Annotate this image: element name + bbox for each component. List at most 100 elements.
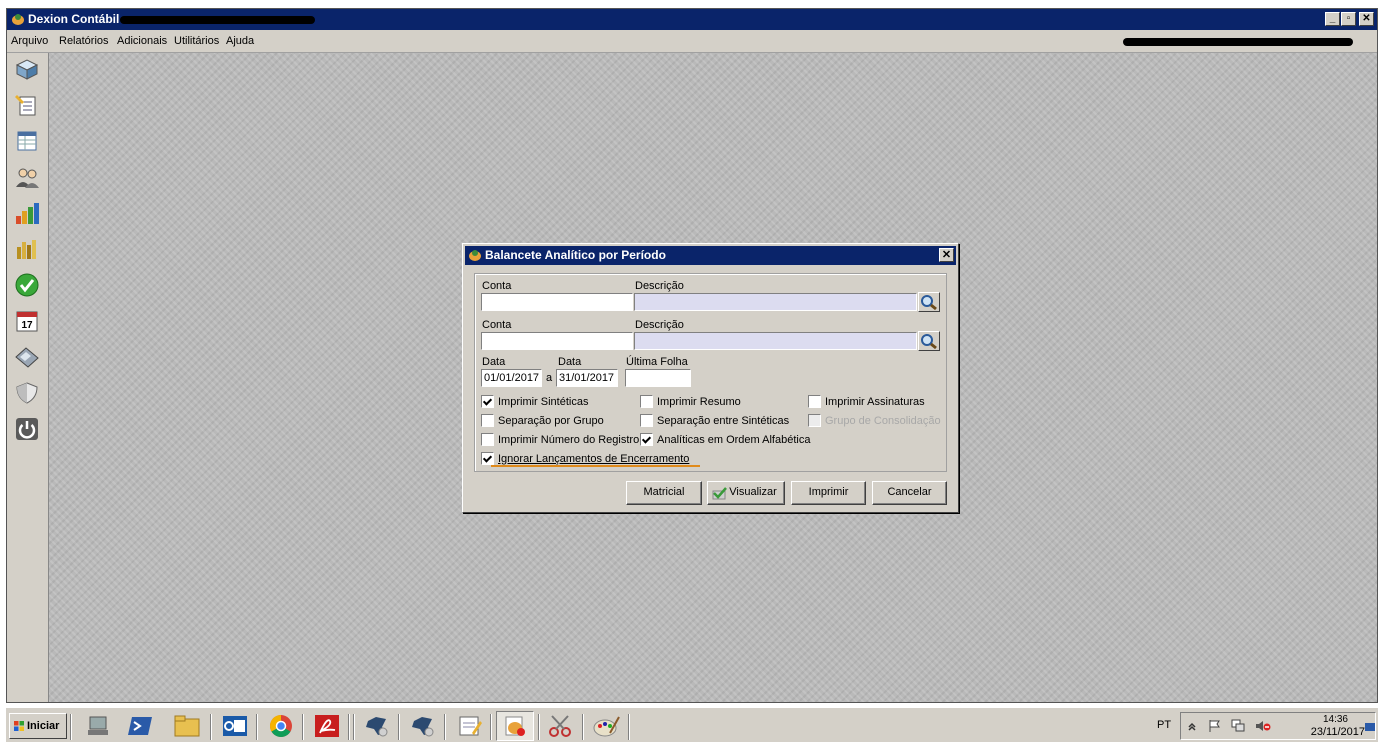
checkbox-label: Imprimir Resumo <box>657 395 741 408</box>
menu-ajuda[interactable]: Ajuda <box>226 35 254 47</box>
acrobat-icon[interactable] <box>312 713 342 739</box>
chk-ignorar-encerramento[interactable]: Ignorar Lançamentos de Encerramento <box>481 452 689 465</box>
dialog-panel: Conta Descrição Conta Descrição Data Dat… <box>474 273 947 472</box>
checkbox-label: Separação entre Sintéticas <box>657 414 790 427</box>
ultima-folha-input[interactable] <box>625 369 691 387</box>
dexion-app-icon <box>469 250 481 261</box>
start-button[interactable]: Iniciar <box>9 713 67 739</box>
notes-icon[interactable] <box>454 713 484 739</box>
clock-time[interactable]: 14:36 <box>1323 714 1348 725</box>
visualizar-button[interactable]: Visualizar <box>707 481 785 505</box>
menu-adicionais[interactable]: Adicionais <box>117 35 167 47</box>
chk-ordem-alfabetica[interactable]: Analíticas em Ordem Alfabética <box>640 433 810 446</box>
matricial-button[interactable]: Matricial <box>626 481 702 505</box>
taskbar-separator <box>348 714 350 740</box>
checkbox-label: Imprimir Sintéticas <box>498 395 589 408</box>
checkbox-label: Ignorar Lançamentos de Encerramento <box>498 452 690 465</box>
redacted-text <box>120 16 315 24</box>
action-center-flag-icon[interactable] <box>1207 719 1221 733</box>
checkbox-box[interactable] <box>640 433 653 446</box>
checkbox-label: Imprimir Número do Registro <box>498 433 640 446</box>
taskbar-separator <box>70 714 72 740</box>
redacted-text <box>1123 38 1353 46</box>
power-icon[interactable] <box>14 417 40 441</box>
windows-flag-icon <box>14 721 24 731</box>
dialog-close-button[interactable]: ✕ <box>939 248 954 262</box>
chk-grupo-consolidacao: Grupo de Consolidação <box>808 414 941 427</box>
clock-date[interactable]: 23/11/2017 <box>1311 726 1365 738</box>
conta-inicial-input[interactable] <box>481 293 633 311</box>
dialog-title: Balancete Analítico por Período <box>485 248 666 262</box>
chk-imprimir-sinteticas[interactable]: Imprimir Sintéticas <box>481 395 588 408</box>
menu-relatorios[interactable]: Relatórios <box>59 35 109 47</box>
paint-icon[interactable] <box>592 713 622 739</box>
checkbox-box[interactable] <box>481 452 494 465</box>
chrome-icon[interactable] <box>266 713 296 739</box>
toolbar-sidebar: 17 <box>7 53 49 702</box>
show-hidden-icons-icon[interactable] <box>1187 721 1197 731</box>
checkbox-box[interactable] <box>481 433 494 446</box>
chk-separacao-sinteticas[interactable]: Separação entre Sintéticas <box>640 414 789 427</box>
language-indicator[interactable]: PT <box>1157 719 1171 731</box>
checkbox-label: Grupo de Consolidação <box>825 414 941 427</box>
taskbar-separator <box>353 714 355 740</box>
chk-imprimir-assinaturas[interactable]: Imprimir Assinaturas <box>808 395 925 408</box>
descricao-label: Descrição <box>635 319 684 331</box>
outlook-icon[interactable] <box>220 713 250 739</box>
lookup-button[interactable] <box>918 292 940 312</box>
scissors-icon[interactable] <box>546 713 576 739</box>
checkbox-box[interactable] <box>808 395 821 408</box>
calendar-icon[interactable]: 17 <box>14 309 40 333</box>
menu-utilitarios[interactable]: Utilitários <box>174 35 219 47</box>
data-final-label: Data <box>558 356 582 368</box>
folder-icon[interactable] <box>172 713 202 739</box>
conta-final-input[interactable] <box>481 332 633 350</box>
network-icon[interactable] <box>84 713 114 739</box>
window-titlebar[interactable]: Dexion Contábil - _ ▫ ✕ <box>7 9 1377 30</box>
taskbar-separator <box>538 714 540 740</box>
checkbox-box[interactable] <box>640 414 653 427</box>
taskbar-separator <box>490 714 492 740</box>
volume-muted-icon[interactable] <box>1255 719 1271 733</box>
menu-arquivo[interactable]: Arquivo <box>11 35 48 47</box>
lookup-button[interactable] <box>918 331 940 351</box>
checkbox-box[interactable] <box>481 414 494 427</box>
cancelar-button[interactable]: Cancelar <box>872 481 947 505</box>
dexion-app-icon <box>12 14 24 25</box>
maximize-button[interactable]: ▫ <box>1341 12 1356 26</box>
taskbar-separator <box>444 714 446 740</box>
powershell-icon[interactable] <box>126 713 156 739</box>
data-inicial-input[interactable]: 01/01/2017 <box>481 369 542 387</box>
data-final-input[interactable]: 31/01/2017 <box>556 369 618 387</box>
preview-icon <box>712 487 727 500</box>
checkmark-icon[interactable] <box>14 273 40 297</box>
calculator-icon[interactable] <box>14 345 40 369</box>
bar-chart-icon[interactable] <box>14 201 40 225</box>
descricao-label: Descrição <box>635 280 684 292</box>
balancete-dialog: Balancete Analítico por Período ✕ Conta … <box>462 243 959 513</box>
spreadsheet-icon[interactable] <box>14 129 40 153</box>
dexion-icon[interactable] <box>408 713 438 739</box>
chk-imprimir-resumo[interactable]: Imprimir Resumo <box>640 395 741 408</box>
shield-icon[interactable] <box>14 381 40 405</box>
data-inicial-label: Data <box>482 356 506 368</box>
dialog-titlebar[interactable]: Balancete Analítico por Período ✕ <box>465 246 956 265</box>
imprimir-button[interactable]: Imprimir <box>791 481 866 505</box>
close-button[interactable]: ✕ <box>1359 12 1374 26</box>
window-title: Dexion Contábil - <box>28 12 127 26</box>
cube-icon[interactable] <box>14 57 40 81</box>
chk-separacao-grupo[interactable]: Separação por Grupo <box>481 414 604 427</box>
active-task[interactable] <box>496 711 534 741</box>
checkbox-box[interactable] <box>640 395 653 408</box>
minimize-button[interactable]: _ <box>1325 12 1340 26</box>
notes-icon[interactable] <box>14 93 40 117</box>
people-icon[interactable] <box>14 165 40 189</box>
chk-numero-registro[interactable]: Imprimir Número do Registro <box>481 433 639 446</box>
show-desktop-icon[interactable] <box>1364 721 1376 733</box>
checkbox-box[interactable] <box>481 395 494 408</box>
bar-chart-gold-icon[interactable] <box>14 237 40 261</box>
dexion-active-icon <box>505 716 525 736</box>
network-tray-icon[interactable] <box>1231 719 1245 733</box>
calendar-day: 17 <box>21 320 33 331</box>
dexion-icon[interactable] <box>362 713 392 739</box>
